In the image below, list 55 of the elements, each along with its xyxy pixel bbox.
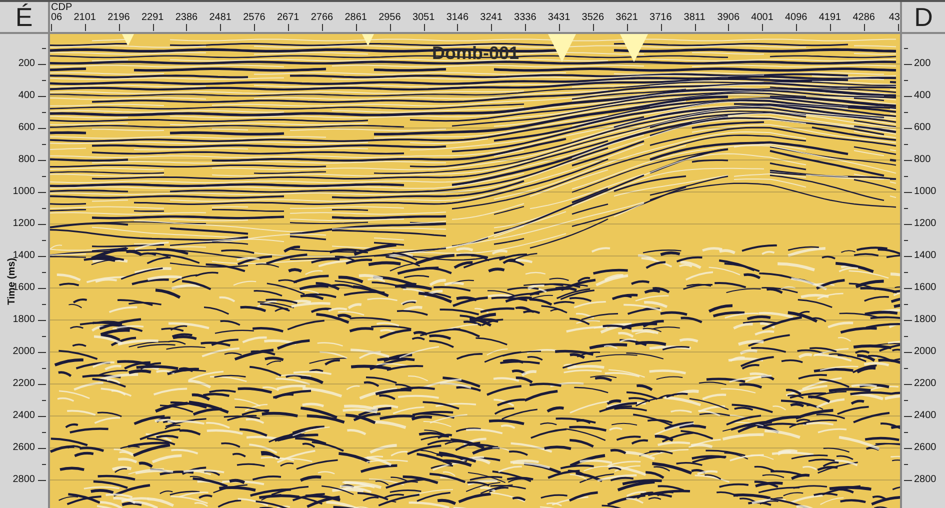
axis-tick-label: 2101 — [74, 12, 96, 23]
axis-title: CDP — [51, 2, 72, 13]
axis-tick-label: 800 — [914, 154, 931, 166]
axis-tick-label: 3336 — [514, 12, 536, 23]
axis-tick-label: 1000 — [914, 186, 936, 198]
axis-tick-label: 43 — [888, 12, 900, 23]
axis-tick-label: 1800 — [12, 314, 35, 326]
axis-tick-label: 2200 — [914, 378, 936, 390]
axis-tick-label: 3431 — [548, 12, 570, 23]
axis-tick-label: 2800 — [12, 474, 35, 486]
axis-tick-label: 2800 — [914, 474, 936, 486]
axis-tick-label: 1800 — [914, 314, 936, 326]
axis-tick-label: 2196 — [108, 12, 130, 23]
axis-tick-label: 2291 — [141, 12, 164, 23]
axis-tick-label: 2400 — [12, 410, 35, 422]
axis-tick-label: 2000 — [914, 346, 936, 358]
axis-tick-label: 200 — [914, 58, 931, 70]
axis-tick-label: 2956 — [378, 12, 401, 23]
axis-tick-label: 2671 — [276, 12, 300, 23]
axis-tick-label: 3621 — [616, 12, 638, 23]
axis-tick-label: 2481 — [209, 12, 232, 23]
axis-tick-label: 4096 — [785, 12, 808, 23]
axis-tick-label: 3146 — [446, 12, 469, 23]
axis-tick-label: 3716 — [650, 12, 672, 23]
axis-tick-label: 4286 — [852, 12, 875, 23]
axis-tick-label: 4001 — [751, 12, 774, 23]
axis-tick-label: 2400 — [914, 410, 936, 422]
axis-tick-label: 2200 — [12, 378, 35, 390]
axis-tick-label: 3241 — [480, 12, 502, 23]
axis-tick-label: 3811 — [684, 12, 706, 23]
axis-tick-label: 200 — [18, 58, 35, 70]
axis-tick-label: 2000 — [12, 346, 35, 358]
axis-tick-label: 2766 — [310, 12, 334, 23]
axis-tick-label: 3051 — [412, 12, 435, 23]
corner-label: D — [914, 0, 933, 34]
axis-tick-label: 600 — [914, 122, 931, 134]
axis-tick-label: 600 — [18, 122, 35, 134]
axis-tick-label: 3906 — [717, 12, 740, 23]
axis-tick-label: 2576 — [243, 12, 266, 23]
axis-tick-label: 2600 — [12, 442, 35, 454]
axis-tick-label: 4191 — [818, 12, 842, 23]
axis-tick-label: 1600 — [914, 282, 936, 294]
axis-tick-label: 400 — [18, 90, 35, 102]
corner-label: É — [15, 0, 33, 34]
axis-tick-label: 1200 — [12, 218, 35, 230]
axis-tick-label: 1000 — [12, 186, 35, 198]
axis-tick-label: 1400 — [914, 250, 936, 262]
axis-tick-label: 06 — [51, 12, 62, 23]
axis-tick-label: 2861 — [344, 12, 367, 23]
axis-tick-label: 2600 — [914, 442, 936, 454]
axis-tick-label: 400 — [914, 90, 931, 102]
axis-tick-label: 2386 — [175, 12, 198, 23]
axis-tick-label: 800 — [18, 154, 35, 166]
axis-tick-label: 1200 — [914, 218, 936, 230]
axis-tick-label: 3526 — [582, 12, 604, 23]
